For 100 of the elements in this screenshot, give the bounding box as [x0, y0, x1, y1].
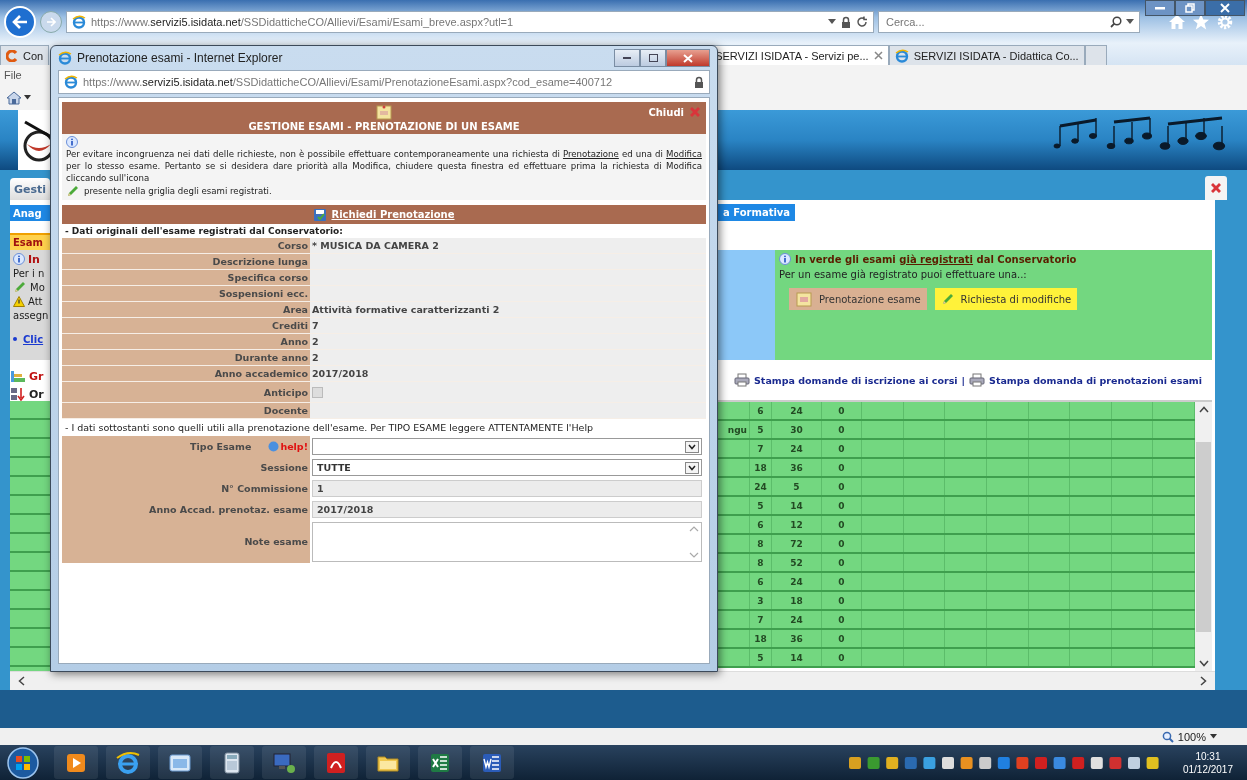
- search-field[interactable]: Cerca...: [878, 10, 1140, 33]
- request-link[interactable]: Richiedi Prenotazione: [331, 209, 455, 220]
- clock-date[interactable]: 01/12/2017: [1182, 762, 1233, 776]
- taskbar-button[interactable]: [106, 746, 150, 779]
- table-cell: 0: [838, 576, 845, 587]
- address-field[interactable]: https://www.servizi5.isidata.net/SSDidatticheCO/Allievi/Esami/PrenotazioneEsami.aspx?cod_esame=400712: [58, 70, 710, 94]
- window-title: Prenotazione esami - Internet Explorer: [77, 51, 283, 65]
- close-button[interactable]: [1205, 0, 1245, 16]
- back-button[interactable]: [4, 5, 36, 38]
- browser-icon: [58, 51, 72, 65]
- tool-link[interactable]: Gr: [29, 369, 44, 383]
- browser-tab[interactable]: SERVIZI ISIDATA - Didattica Co...: [888, 45, 1085, 65]
- chevron-left-icon: [18, 676, 25, 686]
- dropdown[interactable]: TUTTE: [312, 459, 702, 476]
- caret-icon: [685, 461, 699, 474]
- close-button[interactable]: [666, 49, 710, 67]
- zoom-icon: [1161, 730, 1174, 743]
- table-cell: 5: [757, 500, 764, 511]
- edit-request-button[interactable]: Richiesta di modifiche: [934, 288, 1078, 310]
- table-cell: 0: [838, 557, 845, 568]
- taskbar-button[interactable]: [210, 746, 254, 779]
- chevron-down-icon: [1198, 660, 1209, 667]
- table-cell: 52: [790, 557, 803, 568]
- close-button[interactable]: [1205, 176, 1227, 200]
- table-cell: 0: [838, 424, 845, 435]
- clock-time[interactable]: 10:31: [1195, 749, 1221, 763]
- maximize-icon: [648, 54, 658, 62]
- browser-tab[interactable]: Con: [0, 45, 50, 65]
- link[interactable]: Clic: [23, 333, 44, 345]
- dropdown[interactable]: [312, 438, 702, 455]
- table-cell: 0: [838, 519, 845, 530]
- booking-button[interactable]: Prenotazione esame: [789, 288, 927, 310]
- caret-icon: [1210, 734, 1217, 739]
- home-icon[interactable]: [6, 89, 22, 106]
- field-label: Crediti: [272, 320, 308, 331]
- field-label: Note esame: [244, 536, 308, 547]
- table-cell: 0: [838, 462, 845, 473]
- field-value: * MUSICA DA CAMERA 2: [310, 238, 706, 253]
- maximize-button[interactable]: [640, 49, 666, 67]
- nav-tab[interactable]: a Formativa: [718, 204, 796, 221]
- table-cell: 24: [754, 481, 767, 492]
- table-cell: 24: [790, 443, 803, 454]
- scrollbar[interactable]: [10, 671, 1215, 690]
- bullet-icon: [13, 337, 17, 341]
- info-icon: [13, 253, 25, 265]
- table-cell: ngu: [727, 424, 747, 435]
- taskbar-button[interactable]: [158, 746, 202, 779]
- browser-icon: [64, 75, 78, 89]
- field-label: N° Commissione: [221, 483, 308, 494]
- field-label: Descrizione lunga: [212, 256, 308, 267]
- table-cell: 24: [790, 405, 803, 416]
- print-link[interactable]: Stampa domande di iscrizione ai corsi: [754, 374, 958, 386]
- restore-button[interactable]: [1175, 0, 1205, 16]
- table-cell: 5: [793, 481, 800, 492]
- info-text: presente nella griglia degli esami registrati.: [84, 185, 272, 197]
- table-cell: 24: [790, 576, 803, 587]
- table-cell: 0: [838, 595, 845, 606]
- minimize-button[interactable]: [614, 49, 640, 67]
- close-icon[interactable]: [873, 51, 883, 60]
- taskbar-button[interactable]: [366, 746, 410, 779]
- input-field[interactable]: 2017/2018: [312, 501, 702, 518]
- chevron-down-icon: [689, 551, 699, 558]
- caret-icon: [1126, 18, 1134, 25]
- search-input[interactable]: Cerca...: [884, 14, 1106, 29]
- table-cell: 8: [757, 538, 764, 549]
- table-cell: 0: [838, 614, 845, 625]
- orb-icon: [6, 746, 40, 780]
- taskbar-button[interactable]: [54, 746, 98, 779]
- table-cell: 14: [790, 500, 803, 511]
- notice-text: Per i n: [13, 267, 45, 279]
- refresh-icon[interactable]: [856, 15, 868, 28]
- taskbar-button[interactable]: [418, 746, 462, 779]
- taskbar-button[interactable]: [470, 746, 514, 779]
- sort-icon: [10, 387, 26, 401]
- zoom-level[interactable]: 100%: [1177, 730, 1206, 743]
- notice-text: In: [28, 252, 40, 266]
- save-icon: [313, 207, 328, 222]
- address-field[interactable]: https://www.servizi5.isidata.net/SSDidatticheCO/Allievi/Esami/Esami_breve.aspx?utl=1: [66, 10, 874, 33]
- tool-link[interactable]: Or: [29, 387, 44, 401]
- caret-icon: [828, 18, 836, 25]
- table-cell: 3: [757, 595, 764, 606]
- taskbar-button[interactable]: [314, 746, 358, 779]
- minimize-button[interactable]: [1145, 0, 1175, 16]
- print-link[interactable]: Stampa domanda di prenotazioni esami: [989, 374, 1203, 386]
- table-cell: 6: [757, 405, 764, 416]
- field-label: Anno accademico: [214, 368, 308, 379]
- close-link[interactable]: Chiudi: [648, 106, 684, 118]
- help-icon: [268, 441, 280, 452]
- note-icon: [376, 104, 392, 120]
- search-icon[interactable]: [1110, 15, 1122, 28]
- close-icon: [1220, 3, 1230, 13]
- table-cell: 0: [838, 405, 845, 416]
- separator: |: [961, 374, 966, 386]
- table-cell: 0: [838, 538, 845, 549]
- scrollbar[interactable]: [1195, 402, 1212, 671]
- chevron-right-icon: [1200, 676, 1207, 686]
- menu-item[interactable]: File: [4, 69, 22, 81]
- section-tab[interactable]: Gesti: [10, 178, 50, 200]
- field-label: Tipo Esame: [190, 441, 252, 452]
- input-field[interactable]: 1: [312, 480, 702, 497]
